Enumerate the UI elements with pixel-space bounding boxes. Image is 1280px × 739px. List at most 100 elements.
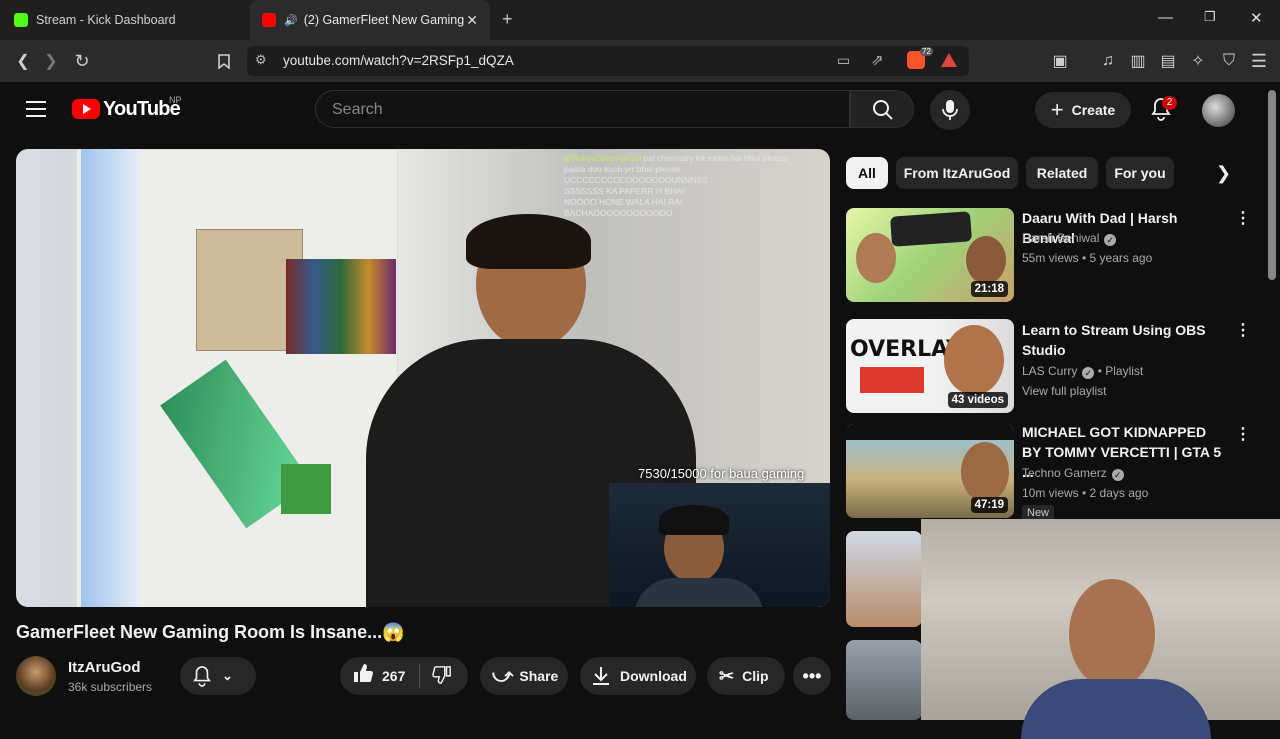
thumb-face-art	[944, 325, 1004, 395]
reader-mode-icon[interactable]: ▣	[1049, 50, 1071, 72]
more-vertical-icon[interactable]: ⋮	[1235, 320, 1251, 340]
chip-all[interactable]: All	[846, 157, 888, 189]
dislike-button[interactable]	[432, 665, 452, 688]
channel-label: Harsh Beniwal	[1022, 231, 1100, 245]
channel-label: LAS Curry	[1022, 364, 1078, 378]
recommendation-thumbnail[interactable]: OVERLAY 43 videos	[846, 319, 1014, 413]
recommendation-channel[interactable]: Harsh Beniwal ✓	[1022, 229, 1117, 247]
channel-avatar[interactable]	[16, 656, 56, 696]
like-button[interactable]	[352, 662, 374, 690]
browser-nav-bar: ❮ ❯ ↻ ⚙ youtube.com/watch?v=2RSFp1_dQZA …	[0, 40, 1280, 83]
browser-tab-bar: Stream - Kick Dashboard 🔊 (2) GamerFleet…	[0, 0, 1280, 40]
sidebar-toggle-icon[interactable]: ▥	[1127, 50, 1149, 72]
back-icon[interactable]: ❮	[12, 50, 34, 72]
streamer-webcam-feed	[921, 519, 1280, 739]
tab-youtube-video[interactable]: 🔊 (2) GamerFleet New Gaming ✕	[250, 0, 490, 40]
chat-message: NOOOO HONE WALA HAI RAI	[564, 197, 683, 207]
create-button[interactable]: + Create	[1035, 92, 1131, 128]
address-bar[interactable]: ⚙ youtube.com/watch?v=2RSFp1_dQZA ▭ ⇗ 72	[247, 46, 969, 76]
leo-ai-icon[interactable]: ✧	[1187, 50, 1209, 72]
chat-message: UCCCCCCCCCOOOOOOOUNNNSS	[564, 175, 708, 185]
thumb-headline-art	[846, 424, 1014, 440]
video-title: GamerFleet New Gaming Room Is Insane...😱	[16, 622, 405, 642]
bookmark-icon[interactable]	[213, 50, 235, 72]
streamer-webcam-overlay	[609, 483, 830, 607]
forward-icon[interactable]: ❯	[40, 50, 62, 72]
playlist-label: • Playlist	[1097, 364, 1144, 378]
channel-label: Techno Gamerz	[1022, 466, 1107, 480]
kick-favicon-icon	[14, 13, 28, 27]
chat-message: paata doo kuch yrr bhai please	[564, 164, 681, 174]
clip-label: Clip	[742, 668, 769, 684]
recommendation-channel[interactable]: Techno Gamerz ✓	[1022, 464, 1124, 482]
tab-kick-dashboard[interactable]: Stream - Kick Dashboard	[0, 0, 245, 40]
like-count: 267	[382, 668, 406, 684]
new-tab-icon[interactable]: +	[502, 9, 513, 30]
microphone-icon	[942, 100, 958, 120]
chip-from-channel[interactable]: From ItzAruGod	[896, 157, 1018, 189]
recommendation-meta: 10m views • 2 days ago	[1022, 486, 1149, 500]
browser-menu-icon[interactable]: ☰	[1248, 50, 1270, 72]
subscriber-count: 36k subscribers	[68, 680, 153, 694]
page-scrollbar[interactable]	[1268, 90, 1276, 280]
close-tab-icon[interactable]: ✕	[466, 12, 478, 29]
shields-badge: 72	[920, 47, 933, 56]
video-scene-light	[81, 149, 141, 607]
search-icon	[873, 100, 893, 120]
download-button[interactable]: Download	[580, 657, 696, 695]
youtube-header: YouTube NP Search + Create 2	[0, 83, 1280, 139]
chip-related[interactable]: Related	[1026, 157, 1098, 189]
wallet-icon[interactable]: ▤	[1157, 50, 1179, 72]
chip-for-you[interactable]: For you	[1106, 157, 1174, 189]
country-code: NP	[169, 95, 182, 105]
hamburger-menu-icon[interactable]	[26, 101, 46, 117]
chat-message: SSSSSSS KA PAPERR H BHAI	[564, 186, 685, 196]
clip-button[interactable]: ✂ Clip	[707, 657, 785, 695]
share-icon: ⤻	[492, 664, 514, 687]
video-player[interactable]: @AdityaSingh-gx1ol pal chemistry ka exam…	[16, 149, 830, 607]
share-label: Share	[519, 668, 559, 684]
media-icon[interactable]: ♫	[1097, 50, 1119, 72]
vpn-icon[interactable]: ⛉	[1218, 50, 1240, 72]
restore-icon[interactable]: ❐	[1204, 9, 1216, 25]
site-info-icon[interactable]: ⚙	[255, 52, 267, 68]
recommendation-thumbnail[interactable]: 21:18	[846, 208, 1014, 302]
share-button[interactable]: ⤻ Share	[480, 657, 568, 695]
thumbs-up-icon	[354, 664, 373, 682]
recommendation-thumbnail[interactable]	[846, 640, 922, 720]
view-full-playlist-link[interactable]: View full playlist	[1022, 382, 1106, 400]
more-actions-button[interactable]: •••	[793, 657, 831, 695]
recommendation-channel[interactable]: LAS Curry ✓ • Playlist	[1022, 362, 1143, 380]
playlist-count: 43 videos	[947, 392, 1008, 408]
reload-icon[interactable]: ↻	[71, 50, 93, 72]
recommendation-thumbnail[interactable]: 47:19	[846, 424, 1014, 518]
chat-message: BACHAOOOOOOOOOOOO	[564, 208, 673, 218]
subscription-bell-button[interactable]: ⌄	[180, 657, 256, 695]
chevron-down-icon: ⌄	[222, 668, 233, 683]
account-avatar[interactable]	[1202, 94, 1235, 127]
thumb-face-art	[856, 233, 896, 283]
search-button[interactable]	[850, 90, 914, 128]
minimize-icon[interactable]: —	[1158, 9, 1173, 26]
thumb-face-art	[966, 236, 1006, 284]
search-placeholder: Search	[332, 101, 383, 118]
recommendation-thumbnail[interactable]	[846, 531, 922, 627]
channel-name[interactable]: ItzAruGod	[68, 659, 141, 676]
notification-badge: 2	[1162, 96, 1177, 110]
speaker-icon: 🔊	[284, 14, 298, 27]
youtube-logo-icon[interactable]	[72, 99, 100, 119]
share-page-icon[interactable]: ⇗	[871, 51, 884, 69]
tab-title: Stream - Kick Dashboard	[36, 13, 176, 27]
recommendation-title[interactable]: Learn to Stream Using OBS Studio	[1022, 320, 1227, 360]
video-scene-creeper	[281, 464, 331, 514]
voice-search-button[interactable]	[930, 90, 970, 130]
cast-icon[interactable]: ▭	[837, 52, 850, 69]
brave-rewards-icon[interactable]	[941, 53, 957, 67]
more-horizontal-icon: •••	[802, 665, 822, 686]
window-close-icon[interactable]: ✕	[1250, 9, 1263, 27]
more-vertical-icon[interactable]: ⋮	[1235, 424, 1251, 444]
search-input[interactable]: Search	[315, 90, 850, 128]
chevron-right-icon[interactable]: ❯	[1216, 163, 1231, 184]
more-vertical-icon[interactable]: ⋮	[1235, 208, 1251, 228]
verified-check-icon: ✓	[1082, 367, 1095, 379]
